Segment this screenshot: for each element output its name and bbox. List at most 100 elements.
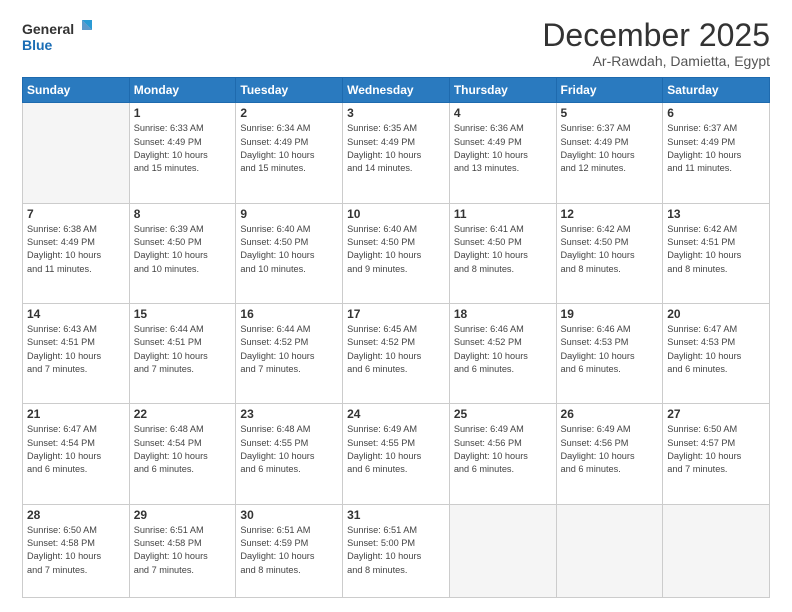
calendar-week-row: 21 Sunrise: 6:47 AMSunset: 4:54 PMDayligh… [23,404,770,504]
day-info: Sunrise: 6:47 AMSunset: 4:54 PMDaylight:… [27,423,125,476]
calendar-header-row: SundayMondayTuesdayWednesdayThursdayFrid… [23,78,770,103]
day-info: Sunrise: 6:40 AMSunset: 4:50 PMDaylight:… [240,223,338,276]
day-info: Sunrise: 6:40 AMSunset: 4:50 PMDaylight:… [347,223,445,276]
calendar-cell: 18Sunrise: 6:46 AMSunset: 4:52 PMDayligh… [449,303,556,403]
day-info: Sunrise: 6:38 AMSunset: 4:49 PMDaylight:… [27,223,125,276]
calendar-cell: 22 Sunrise: 6:48 AMSunset: 4:54 PMDayligh… [129,404,236,504]
calendar-cell: 14 Sunrise: 6:43 AMSunset: 4:51 PMDayligh… [23,303,130,403]
day-number: 17 [347,307,445,321]
day-info: Sunrise: 6:51 AMSunset: 5:00 PMDaylight:… [347,524,445,577]
calendar-cell: 11 Sunrise: 6:41 AMSunset: 4:50 PMDayligh… [449,203,556,303]
day-number: 22 [134,407,232,421]
calendar-cell [663,504,770,597]
calendar-cell: 8 Sunrise: 6:39 AMSunset: 4:50 PMDaylight… [129,203,236,303]
calendar-cell: 15 Sunrise: 6:44 AMSunset: 4:51 PMDayligh… [129,303,236,403]
day-info: Sunrise: 6:44 AMSunset: 4:52 PMDaylight:… [240,323,338,376]
calendar-table: SundayMondayTuesdayWednesdayThursdayFrid… [22,77,770,598]
day-info: Sunrise: 6:39 AMSunset: 4:50 PMDaylight:… [134,223,232,276]
day-number: 19 [561,307,659,321]
calendar-weekday-sunday: Sunday [23,78,130,103]
day-info: Sunrise: 6:37 AMSunset: 4:49 PMDaylight:… [561,122,659,175]
day-number: 10 [347,207,445,221]
calendar-cell: 3 Sunrise: 6:35 AMSunset: 4:49 PMDaylight… [343,103,450,203]
day-info: Sunrise: 6:37 AMSunset: 4:49 PMDaylight:… [667,122,765,175]
day-info: Sunrise: 6:34 AMSunset: 4:49 PMDaylight:… [240,122,338,175]
calendar-cell: 1 Sunrise: 6:33 AMSunset: 4:49 PMDaylight… [129,103,236,203]
calendar-cell: 5 Sunrise: 6:37 AMSunset: 4:49 PMDaylight… [556,103,663,203]
calendar-cell: 23 Sunrise: 6:48 AMSunset: 4:55 PMDayligh… [236,404,343,504]
calendar-weekday-tuesday: Tuesday [236,78,343,103]
day-info: Sunrise: 6:50 AMSunset: 4:58 PMDaylight:… [27,524,125,577]
day-info: Sunrise: 6:42 AMSunset: 4:50 PMDaylight:… [561,223,659,276]
day-number: 8 [134,207,232,221]
calendar-cell: 29Sunrise: 6:51 AMSunset: 4:58 PMDayligh… [129,504,236,597]
logo-svg: General Blue [22,18,94,60]
calendar-week-row: 14 Sunrise: 6:43 AMSunset: 4:51 PMDayligh… [23,303,770,403]
day-number: 24 [347,407,445,421]
day-info: Sunrise: 6:51 AMSunset: 4:59 PMDaylight:… [240,524,338,577]
day-info: Sunrise: 6:49 AMSunset: 4:56 PMDaylight:… [454,423,552,476]
day-number: 14 [27,307,125,321]
day-number: 28 [27,508,125,522]
calendar-cell: 17Sunrise: 6:45 AMSunset: 4:52 PMDayligh… [343,303,450,403]
day-info: Sunrise: 6:48 AMSunset: 4:54 PMDaylight:… [134,423,232,476]
day-number: 30 [240,508,338,522]
day-info: Sunrise: 6:44 AMSunset: 4:51 PMDaylight:… [134,323,232,376]
day-info: Sunrise: 6:43 AMSunset: 4:51 PMDaylight:… [27,323,125,376]
day-number: 5 [561,106,659,120]
logo: General Blue [22,18,94,60]
month-title: December 2025 [542,18,770,53]
svg-text:Blue: Blue [22,37,53,53]
calendar-cell: 25Sunrise: 6:49 AMSunset: 4:56 PMDayligh… [449,404,556,504]
header: General Blue December 2025 Ar-Rawdah, Da… [22,18,770,69]
calendar-cell: 26 Sunrise: 6:49 AMSunset: 4:56 PMDayligh… [556,404,663,504]
day-number: 15 [134,307,232,321]
day-number: 6 [667,106,765,120]
day-number: 26 [561,407,659,421]
day-info: Sunrise: 6:47 AMSunset: 4:53 PMDaylight:… [667,323,765,376]
calendar-cell: 2 Sunrise: 6:34 AMSunset: 4:49 PMDaylight… [236,103,343,203]
calendar-week-row: 28 Sunrise: 6:50 AMSunset: 4:58 PMDayligh… [23,504,770,597]
calendar-cell: 28 Sunrise: 6:50 AMSunset: 4:58 PMDayligh… [23,504,130,597]
page: General Blue December 2025 Ar-Rawdah, Da… [0,0,792,612]
day-number: 16 [240,307,338,321]
calendar-weekday-monday: Monday [129,78,236,103]
calendar-cell: 4 Sunrise: 6:36 AMSunset: 4:49 PMDaylight… [449,103,556,203]
calendar-cell [23,103,130,203]
calendar-cell: 31Sunrise: 6:51 AMSunset: 5:00 PMDayligh… [343,504,450,597]
day-info: Sunrise: 6:35 AMSunset: 4:49 PMDaylight:… [347,122,445,175]
day-number: 13 [667,207,765,221]
day-number: 20 [667,307,765,321]
day-info: Sunrise: 6:42 AMSunset: 4:51 PMDaylight:… [667,223,765,276]
day-number: 4 [454,106,552,120]
day-number: 23 [240,407,338,421]
day-number: 11 [454,207,552,221]
calendar-cell: 7 Sunrise: 6:38 AMSunset: 4:49 PMDaylight… [23,203,130,303]
day-info: Sunrise: 6:49 AMSunset: 4:56 PMDaylight:… [561,423,659,476]
day-number: 2 [240,106,338,120]
calendar-cell [449,504,556,597]
day-info: Sunrise: 6:46 AMSunset: 4:53 PMDaylight:… [561,323,659,376]
calendar-week-row: 7 Sunrise: 6:38 AMSunset: 4:49 PMDaylight… [23,203,770,303]
day-number: 3 [347,106,445,120]
calendar-cell: 19 Sunrise: 6:46 AMSunset: 4:53 PMDayligh… [556,303,663,403]
day-info: Sunrise: 6:41 AMSunset: 4:50 PMDaylight:… [454,223,552,276]
calendar-cell: 12Sunrise: 6:42 AMSunset: 4:50 PMDayligh… [556,203,663,303]
calendar-cell: 6 Sunrise: 6:37 AMSunset: 4:49 PMDaylight… [663,103,770,203]
day-number: 1 [134,106,232,120]
calendar-cell: 9Sunrise: 6:40 AMSunset: 4:50 PMDaylight… [236,203,343,303]
day-info: Sunrise: 6:48 AMSunset: 4:55 PMDaylight:… [240,423,338,476]
calendar-weekday-thursday: Thursday [449,78,556,103]
day-info: Sunrise: 6:50 AMSunset: 4:57 PMDaylight:… [667,423,765,476]
day-info: Sunrise: 6:36 AMSunset: 4:49 PMDaylight:… [454,122,552,175]
calendar-cell: 30 Sunrise: 6:51 AMSunset: 4:59 PMDayligh… [236,504,343,597]
calendar-cell: 24Sunrise: 6:49 AMSunset: 4:55 PMDayligh… [343,404,450,504]
day-number: 7 [27,207,125,221]
day-number: 18 [454,307,552,321]
day-info: Sunrise: 6:33 AMSunset: 4:49 PMDaylight:… [134,122,232,175]
calendar-week-row: 1 Sunrise: 6:33 AMSunset: 4:49 PMDaylight… [23,103,770,203]
day-number: 21 [27,407,125,421]
calendar-cell: 10 Sunrise: 6:40 AMSunset: 4:50 PMDayligh… [343,203,450,303]
calendar-weekday-saturday: Saturday [663,78,770,103]
svg-text:General: General [22,21,74,37]
